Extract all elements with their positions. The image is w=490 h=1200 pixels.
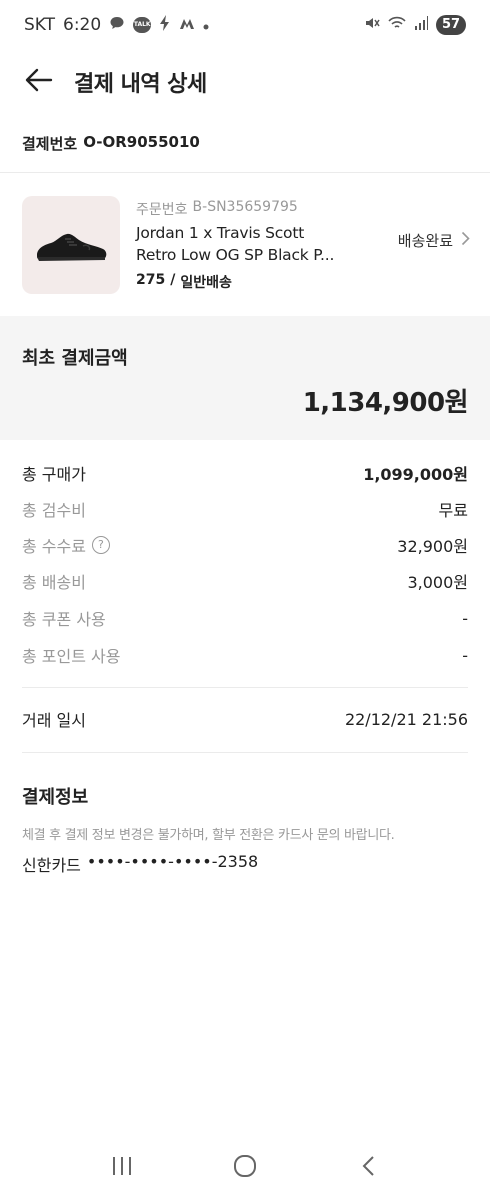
- cost-value: 3,000원: [407, 573, 468, 592]
- card-name: 신한카드: [22, 856, 81, 875]
- payment-info-notice: 체결 후 결제 정보 변경은 불가하며, 할부 전환은 카드사 문의 바랍니다.: [22, 828, 395, 843]
- carrier: SKT: [24, 15, 56, 35]
- status-left: SKT 6:20 TALK: [24, 15, 209, 35]
- cost-row-fee: 총 수수료 ? 32,900원: [22, 530, 468, 560]
- status-right: 57: [364, 15, 466, 35]
- app-notification-icon: [179, 16, 195, 34]
- status-bar: SKT 6:20 TALK 57: [0, 0, 490, 50]
- delivery-status-label: 배송완료: [397, 232, 453, 250]
- product-name-line2: Retro Low OG SP Black P...: [136, 245, 335, 264]
- page-title: 결제 내역 상세: [74, 72, 207, 97]
- initial-payment-amount: 1,134,900원: [302, 388, 469, 418]
- cost-row-purchase: 총 구매가 1,099,000원: [22, 458, 468, 488]
- home-button[interactable]: [221, 1144, 269, 1192]
- product-thumbnail: [22, 196, 120, 294]
- cost-label: 총 검수비: [22, 501, 86, 520]
- transaction-row: 거래 일시 22/12/21 21:56: [22, 704, 468, 734]
- arrow-left-icon: [25, 68, 53, 96]
- initial-payment-panel: 최초 결제금액 1,134,900원: [0, 316, 490, 440]
- home-icon: [233, 1154, 257, 1182]
- shipping-type: 일반배송: [180, 274, 232, 291]
- cost-label: 총 쿠폰 사용: [22, 610, 106, 629]
- recent-apps-icon: [111, 1156, 133, 1180]
- product-name-line1: Jordan 1 x Travis Scott: [136, 223, 305, 242]
- mute-icon: [364, 15, 380, 35]
- card-info: 신한카드 ••••-••••-••••-2358: [22, 852, 258, 876]
- cost-label-fee: 총 수수료 ?: [22, 533, 110, 557]
- product-option: 275 / 일반배송: [136, 272, 368, 292]
- cost-value: -: [462, 608, 468, 628]
- question-circle-icon[interactable]: ?: [91, 536, 110, 554]
- talk-icon: TALK: [133, 17, 152, 33]
- back-button[interactable]: [18, 61, 60, 103]
- delivery-status[interactable]: 배송완료: [398, 230, 470, 251]
- order-number: 주문번호 B-SN35659795: [136, 199, 368, 219]
- payment-number-label: 결제번호: [22, 135, 78, 153]
- order-number-value: B-SN35659795: [192, 198, 298, 215]
- bolt-icon: [159, 15, 171, 35]
- sneaker-icon: [37, 233, 107, 261]
- cost-label: 총 배송비: [22, 573, 86, 592]
- cost-label-text: 총 수수료: [22, 537, 86, 556]
- cost-row-points: 총 포인트 사용 -: [22, 640, 468, 670]
- product-name: Jordan 1 x Travis Scott Retro Low OG SP …: [136, 222, 368, 266]
- cost-row-shipping: 총 배송비 3,000원: [22, 566, 468, 596]
- product-info: 주문번호 B-SN35659795 Jordan 1 x Travis Scot…: [136, 199, 368, 292]
- payment-number-value: O-OR9055010: [83, 133, 200, 151]
- cost-value: 32,900원: [397, 537, 468, 556]
- card-number: ••••-••••-••••-2358: [86, 852, 259, 871]
- recent-apps-button[interactable]: [98, 1144, 146, 1192]
- cost-value: 무료: [438, 501, 468, 520]
- product-row[interactable]: 주문번호 B-SN35659795 Jordan 1 x Travis Scot…: [0, 190, 490, 300]
- message-icon: [109, 15, 125, 35]
- battery-icon: 57: [436, 15, 466, 35]
- payment-info-title: 결제정보: [22, 787, 89, 808]
- chevron-right-icon: [461, 231, 470, 250]
- cost-value: 1,099,000원: [363, 465, 468, 484]
- dot-icon: [203, 16, 209, 34]
- clock: 6:20: [63, 15, 102, 35]
- system-nav-bar: [0, 1136, 490, 1200]
- divider: [0, 172, 490, 173]
- cost-value: -: [462, 645, 468, 665]
- product-size: 275: [136, 271, 166, 288]
- divider: [22, 687, 468, 688]
- signal-icon: [414, 16, 428, 34]
- cost-label: 총 포인트 사용: [22, 647, 121, 666]
- app-header: 결제 내역 상세: [0, 58, 490, 106]
- transaction-value: 22/12/21 21:56: [344, 709, 468, 729]
- chevron-left-icon: [361, 1155, 375, 1181]
- cost-label: 총 구매가: [22, 465, 86, 484]
- payment-number: 결제번호 O-OR9055010: [22, 133, 200, 154]
- transaction-label: 거래 일시: [22, 711, 86, 730]
- option-separator: /: [170, 271, 176, 288]
- order-number-label: 주문번호: [136, 201, 188, 218]
- initial-payment-label: 최초 결제금액: [22, 348, 128, 369]
- wifi-icon: [388, 16, 406, 34]
- nav-back-button[interactable]: [344, 1144, 392, 1192]
- cost-row-inspection: 총 검수비 무료: [22, 494, 468, 524]
- divider: [22, 752, 468, 753]
- cost-row-coupon: 총 쿠폰 사용 -: [22, 603, 468, 633]
